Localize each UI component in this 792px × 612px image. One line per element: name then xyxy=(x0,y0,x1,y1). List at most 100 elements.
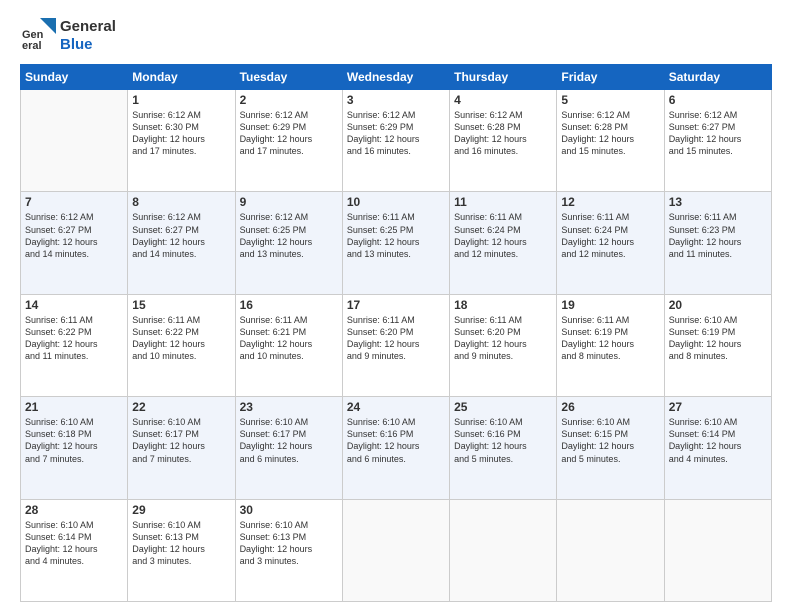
day-number: 11 xyxy=(454,195,552,209)
page: Gen eral General Blue SundayMondayTuesda… xyxy=(0,0,792,612)
day-info: Sunrise: 6:12 AMSunset: 6:27 PMDaylight:… xyxy=(669,109,767,158)
day-info: Sunrise: 6:10 AMSunset: 6:17 PMDaylight:… xyxy=(240,416,338,465)
day-info: Sunrise: 6:11 AMSunset: 6:23 PMDaylight:… xyxy=(669,211,767,260)
calendar-cell: 17 Sunrise: 6:11 AMSunset: 6:20 PMDayligh… xyxy=(342,294,449,396)
calendar-cell: 6 Sunrise: 6:12 AMSunset: 6:27 PMDaylight… xyxy=(664,90,771,192)
day-info: Sunrise: 6:10 AMSunset: 6:14 PMDaylight:… xyxy=(669,416,767,465)
calendar-cell: 12 Sunrise: 6:11 AMSunset: 6:24 PMDayligh… xyxy=(557,192,664,294)
day-info: Sunrise: 6:11 AMSunset: 6:22 PMDaylight:… xyxy=(132,314,230,363)
day-info: Sunrise: 6:11 AMSunset: 6:24 PMDaylight:… xyxy=(561,211,659,260)
logo-blue-text: Blue xyxy=(60,36,116,54)
calendar-cell: 26 Sunrise: 6:10 AMSunset: 6:15 PMDayligh… xyxy=(557,397,664,499)
calendar-cell: 5 Sunrise: 6:12 AMSunset: 6:28 PMDaylight… xyxy=(557,90,664,192)
col-header-saturday: Saturday xyxy=(664,65,771,90)
calendar-cell: 8 Sunrise: 6:12 AMSunset: 6:27 PMDaylight… xyxy=(128,192,235,294)
col-header-monday: Monday xyxy=(128,65,235,90)
day-number: 19 xyxy=(561,298,659,312)
day-number: 23 xyxy=(240,400,338,414)
day-info: Sunrise: 6:11 AMSunset: 6:20 PMDaylight:… xyxy=(347,314,445,363)
col-header-tuesday: Tuesday xyxy=(235,65,342,90)
calendar-week-row: 14 Sunrise: 6:11 AMSunset: 6:22 PMDayligh… xyxy=(21,294,772,396)
calendar-cell xyxy=(450,499,557,601)
day-number: 14 xyxy=(25,298,123,312)
day-number: 27 xyxy=(669,400,767,414)
day-info: Sunrise: 6:11 AMSunset: 6:25 PMDaylight:… xyxy=(347,211,445,260)
calendar-cell: 1Sunrise: 6:12 AMSunset: 6:30 PMDaylight… xyxy=(128,90,235,192)
calendar-week-row: 28 Sunrise: 6:10 AMSunset: 6:14 PMDayligh… xyxy=(21,499,772,601)
day-number: 6 xyxy=(669,93,767,107)
calendar-cell: 24 Sunrise: 6:10 AMSunset: 6:16 PMDayligh… xyxy=(342,397,449,499)
calendar-cell: 25 Sunrise: 6:10 AMSunset: 6:16 PMDayligh… xyxy=(450,397,557,499)
day-number: 29 xyxy=(132,503,230,517)
day-info: Sunrise: 6:10 AMSunset: 6:13 PMDaylight:… xyxy=(240,519,338,568)
day-info: Sunrise: 6:12 AMSunset: 6:27 PMDaylight:… xyxy=(25,211,123,260)
day-number: 8 xyxy=(132,195,230,209)
day-number: 10 xyxy=(347,195,445,209)
col-header-wednesday: Wednesday xyxy=(342,65,449,90)
day-number: 12 xyxy=(561,195,659,209)
day-info: Sunrise: 6:10 AMSunset: 6:13 PMDaylight:… xyxy=(132,519,230,568)
general-blue-icon: Gen eral xyxy=(20,18,56,54)
calendar-cell: 30 Sunrise: 6:10 AMSunset: 6:13 PMDayligh… xyxy=(235,499,342,601)
calendar-cell: 27 Sunrise: 6:10 AMSunset: 6:14 PMDayligh… xyxy=(664,397,771,499)
day-info: Sunrise: 6:12 AMSunset: 6:30 PMDaylight:… xyxy=(132,109,230,158)
day-info: Sunrise: 6:10 AMSunset: 6:19 PMDaylight:… xyxy=(669,314,767,363)
day-number: 30 xyxy=(240,503,338,517)
calendar-cell: 29 Sunrise: 6:10 AMSunset: 6:13 PMDayligh… xyxy=(128,499,235,601)
day-number: 5 xyxy=(561,93,659,107)
calendar-week-row: 1Sunrise: 6:12 AMSunset: 6:30 PMDaylight… xyxy=(21,90,772,192)
calendar-cell xyxy=(342,499,449,601)
calendar-cell: 4 Sunrise: 6:12 AMSunset: 6:28 PMDaylight… xyxy=(450,90,557,192)
day-info: Sunrise: 6:12 AMSunset: 6:25 PMDaylight:… xyxy=(240,211,338,260)
day-number: 17 xyxy=(347,298,445,312)
col-header-friday: Friday xyxy=(557,65,664,90)
col-header-thursday: Thursday xyxy=(450,65,557,90)
day-number: 28 xyxy=(25,503,123,517)
day-number: 22 xyxy=(132,400,230,414)
day-number: 20 xyxy=(669,298,767,312)
day-info: Sunrise: 6:11 AMSunset: 6:24 PMDaylight:… xyxy=(454,211,552,260)
day-number: 15 xyxy=(132,298,230,312)
calendar-cell: 14 Sunrise: 6:11 AMSunset: 6:22 PMDayligh… xyxy=(21,294,128,396)
day-info: Sunrise: 6:12 AMSunset: 6:28 PMDaylight:… xyxy=(561,109,659,158)
logo-general-text: General xyxy=(60,18,116,36)
calendar-cell: 28 Sunrise: 6:10 AMSunset: 6:14 PMDayligh… xyxy=(21,499,128,601)
day-info: Sunrise: 6:10 AMSunset: 6:15 PMDaylight:… xyxy=(561,416,659,465)
day-number: 25 xyxy=(454,400,552,414)
calendar-week-row: 7Sunrise: 6:12 AMSunset: 6:27 PMDaylight… xyxy=(21,192,772,294)
day-number: 13 xyxy=(669,195,767,209)
day-number: 3 xyxy=(347,93,445,107)
day-info: Sunrise: 6:10 AMSunset: 6:17 PMDaylight:… xyxy=(132,416,230,465)
day-number: 24 xyxy=(347,400,445,414)
calendar-cell xyxy=(664,499,771,601)
calendar-header-row: SundayMondayTuesdayWednesdayThursdayFrid… xyxy=(21,65,772,90)
day-number: 9 xyxy=(240,195,338,209)
day-number: 16 xyxy=(240,298,338,312)
calendar-cell: 13 Sunrise: 6:11 AMSunset: 6:23 PMDayligh… xyxy=(664,192,771,294)
day-number: 4 xyxy=(454,93,552,107)
calendar-cell: 3 Sunrise: 6:12 AMSunset: 6:29 PMDaylight… xyxy=(342,90,449,192)
day-info: Sunrise: 6:12 AMSunset: 6:29 PMDaylight:… xyxy=(347,109,445,158)
day-info: Sunrise: 6:11 AMSunset: 6:22 PMDaylight:… xyxy=(25,314,123,363)
logo: Gen eral General Blue xyxy=(20,18,116,54)
calendar-cell: 20 Sunrise: 6:10 AMSunset: 6:19 PMDayligh… xyxy=(664,294,771,396)
header: Gen eral General Blue xyxy=(20,18,772,54)
calendar-cell xyxy=(557,499,664,601)
day-info: Sunrise: 6:10 AMSunset: 6:18 PMDaylight:… xyxy=(25,416,123,465)
calendar-cell: 2Sunrise: 6:12 AMSunset: 6:29 PMDaylight… xyxy=(235,90,342,192)
day-number: 21 xyxy=(25,400,123,414)
calendar-cell: 22 Sunrise: 6:10 AMSunset: 6:17 PMDayligh… xyxy=(128,397,235,499)
day-info: Sunrise: 6:10 AMSunset: 6:14 PMDaylight:… xyxy=(25,519,123,568)
calendar-cell: 11 Sunrise: 6:11 AMSunset: 6:24 PMDayligh… xyxy=(450,192,557,294)
day-number: 26 xyxy=(561,400,659,414)
col-header-sunday: Sunday xyxy=(21,65,128,90)
calendar-cell: 23 Sunrise: 6:10 AMSunset: 6:17 PMDayligh… xyxy=(235,397,342,499)
calendar-table: SundayMondayTuesdayWednesdayThursdayFrid… xyxy=(20,64,772,602)
svg-text:eral: eral xyxy=(22,40,42,52)
day-info: Sunrise: 6:10 AMSunset: 6:16 PMDaylight:… xyxy=(454,416,552,465)
day-info: Sunrise: 6:12 AMSunset: 6:28 PMDaylight:… xyxy=(454,109,552,158)
day-info: Sunrise: 6:12 AMSunset: 6:27 PMDaylight:… xyxy=(132,211,230,260)
calendar-cell: 21 Sunrise: 6:10 AMSunset: 6:18 PMDayligh… xyxy=(21,397,128,499)
day-info: Sunrise: 6:10 AMSunset: 6:16 PMDaylight:… xyxy=(347,416,445,465)
calendar-week-row: 21 Sunrise: 6:10 AMSunset: 6:18 PMDayligh… xyxy=(21,397,772,499)
